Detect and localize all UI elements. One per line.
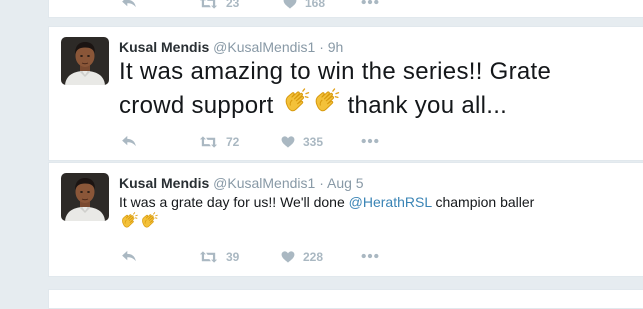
tweet-card[interactable]: Kusal Mendis @KusalMendis1 · 9h It was a… <box>48 26 643 161</box>
heart-icon <box>281 136 295 148</box>
reply-button[interactable] <box>121 250 137 262</box>
tweet-text-segment: crowd support <box>119 92 274 119</box>
retweet-count: 39 <box>226 250 240 264</box>
retweet-count: 23 <box>226 0 240 10</box>
like-count: 168 <box>305 0 326 10</box>
tweet-text-line <box>119 212 534 234</box>
user-handle[interactable]: @KusalMendis1 <box>213 39 315 55</box>
tweet-text-line: crowd support thank you all... <box>119 88 551 122</box>
tweet-header: Kusal Mendis @KusalMendis1 · 9h <box>119 38 343 56</box>
retweet-count: 72 <box>226 135 240 149</box>
user-handle[interactable]: @KusalMendis1 <box>213 175 315 191</box>
tweet-card[interactable]: Kusal Mendis @KusalMendis1 · Aug 5 It wa… <box>48 162 643 277</box>
clapping-hands-emoji <box>311 88 341 118</box>
reply-icon <box>121 135 137 147</box>
retweet-button[interactable]: 23 <box>199 0 239 10</box>
mention-link[interactable]: @HerathRSL <box>349 194 432 210</box>
retweet-icon <box>199 136 218 148</box>
more-button[interactable] <box>361 253 379 259</box>
display-name[interactable]: Kusal Mendis <box>119 175 209 191</box>
like-button[interactable]: 168 <box>283 0 325 10</box>
more-icon <box>361 253 379 259</box>
avatar[interactable] <box>61 173 109 221</box>
heart-icon <box>281 251 295 263</box>
separator: · <box>319 175 324 191</box>
retweet-icon <box>199 251 218 263</box>
like-count: 335 <box>303 135 324 149</box>
avatar[interactable] <box>61 37 109 85</box>
more-button[interactable] <box>361 0 379 5</box>
retweet-icon <box>199 0 218 9</box>
like-button[interactable]: 228 <box>281 250 323 264</box>
reply-icon <box>121 0 137 8</box>
tweet-text-line: It was a grate day for us!! We'll done @… <box>119 192 534 212</box>
next-card <box>48 289 643 309</box>
like-button[interactable]: 335 <box>281 135 323 149</box>
separator: · <box>319 39 324 55</box>
display-name[interactable]: Kusal Mendis <box>119 39 209 55</box>
more-icon <box>361 0 379 5</box>
profile-photo <box>61 173 109 221</box>
clapping-hands-emoji <box>281 88 311 118</box>
heart-icon <box>283 0 297 9</box>
reply-icon <box>121 250 137 262</box>
like-count: 228 <box>303 250 324 264</box>
tweet-text: It was amazing to win the series!! Grate… <box>119 56 551 122</box>
more-button[interactable] <box>361 138 379 144</box>
retweet-button[interactable]: 72 <box>199 135 239 149</box>
tweet-text-line: It was amazing to win the series!! Grate <box>119 58 552 85</box>
tweet-text-segment: It was a grate day for us!! We'll done <box>119 194 345 210</box>
reply-button[interactable] <box>121 0 137 8</box>
clapping-hands-emoji <box>119 212 139 232</box>
tweet-text: It was a grate day for us!! We'll done @… <box>119 192 534 234</box>
reply-button[interactable] <box>121 135 137 147</box>
retweet-button[interactable]: 39 <box>199 250 239 264</box>
tweet-time[interactable]: Aug 5 <box>327 175 364 191</box>
clapping-hands-emoji <box>139 212 159 232</box>
tweet-header: Kusal Mendis @KusalMendis1 · Aug 5 <box>119 174 364 192</box>
previous-tweet-card: 23 168 <box>48 0 643 18</box>
tweet-text-segment: champion baller <box>435 194 535 210</box>
profile-photo <box>61 37 109 85</box>
more-icon <box>361 138 379 144</box>
tweet-text-segment: thank you all... <box>347 92 508 119</box>
tweet-time[interactable]: 9h <box>328 39 344 55</box>
